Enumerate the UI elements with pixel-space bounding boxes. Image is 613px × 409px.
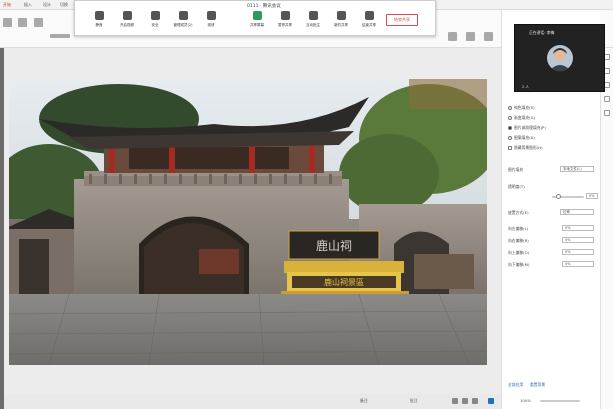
new-slide-icon[interactable]	[34, 18, 43, 27]
offset-top-input[interactable]: 0%	[562, 249, 594, 255]
participant-count: 2 人	[522, 85, 529, 89]
tab-home[interactable]: 开始	[3, 2, 11, 8]
annotate-icon	[308, 11, 318, 20]
fill-option-solid[interactable]: 纯色填充(S)	[508, 105, 535, 111]
notes-button[interactable]: 备注	[360, 398, 368, 404]
video-label: 开启视频	[120, 23, 134, 27]
mute-label: 静音	[95, 23, 103, 27]
tab-insert[interactable]: 插入	[24, 2, 32, 8]
meeting-toolbar: 0111 · 腾讯会议 静音 开启视频 安全 管理成员(2) 邀请 共享屏幕 暂…	[74, 0, 436, 36]
meeting-title: 0111 · 腾讯会议	[247, 4, 281, 9]
format-painter-icon[interactable]	[18, 18, 27, 27]
avatar	[547, 45, 573, 71]
end-share-button[interactable]: 结束共享	[386, 14, 418, 26]
new-share-label: 新的共享	[334, 23, 348, 27]
person-icon	[549, 48, 571, 71]
pause-share-label: 暂停共享	[278, 23, 292, 27]
radio-solid[interactable]	[508, 106, 512, 110]
quick-style-icon[interactable]	[484, 32, 493, 41]
offset-right-label: 向右偏移(R)	[508, 238, 529, 243]
tab-design[interactable]: 设计	[43, 2, 51, 8]
mute-button[interactable]: 静音	[87, 11, 111, 33]
invite-button[interactable]: 邀请	[199, 11, 223, 33]
zoom-slider[interactable]	[540, 400, 580, 402]
new-share-button[interactable]: 新的共享	[329, 11, 353, 33]
stop-share-icon-button[interactable]: 结束共享	[357, 11, 381, 33]
checkbox-hide-graphics[interactable]	[508, 146, 512, 150]
radio-pattern[interactable]	[508, 136, 512, 140]
participant-video-tile[interactable]: 正在讲话: 李梅 2 人	[514, 24, 605, 92]
reset-background-button[interactable]: 重置背景	[530, 382, 545, 388]
transparency-slider-knob[interactable]	[556, 194, 561, 199]
zoom-level[interactable]: 100%	[520, 398, 531, 403]
sign-top-text: 鹿山祠	[316, 238, 352, 253]
sign-bottom-text: 鹿山祠景區	[324, 277, 364, 287]
font-controls[interactable]	[50, 34, 70, 38]
offset-bottom-label: 向下偏移(M)	[508, 262, 530, 267]
speaker-name: 正在讲话: 李梅	[529, 30, 555, 35]
share-screen-button[interactable]: 共享屏幕	[245, 11, 269, 33]
side-toolbar	[600, 48, 613, 409]
hide-graphics-label: 隐藏背景图形(H)	[514, 145, 543, 150]
invite-icon	[206, 11, 216, 20]
radio-gradient[interactable]	[508, 116, 512, 120]
fill-gradient-label: 渐变填充(G)	[514, 115, 536, 120]
pause-share-icon	[280, 11, 290, 20]
new-share-icon	[336, 11, 346, 20]
fill-picture-label: 图片或纹理填充(P)	[514, 125, 546, 130]
fill-option-pattern[interactable]: 图案填充(A)	[508, 135, 535, 141]
invite-label: 邀请	[207, 23, 215, 27]
stop-share-label: 结束共享	[362, 23, 376, 27]
shape-icon[interactable]	[448, 32, 457, 41]
pause-share-button[interactable]: 暂停共享	[273, 11, 297, 33]
reading-view-icon[interactable]	[472, 398, 478, 404]
share-screen-icon	[252, 11, 262, 20]
status-bar: 备注 批注 100%	[300, 394, 600, 409]
transparency-label: 透明度(T)	[508, 184, 525, 189]
normal-view-icon[interactable]	[452, 398, 458, 404]
stop-share-icon	[364, 11, 374, 20]
security-button[interactable]: 安全	[143, 11, 167, 33]
members-icon	[178, 11, 188, 20]
image-source-label: 图片填充	[508, 167, 524, 172]
fill-solid-label: 纯色填充(S)	[514, 105, 535, 110]
fill-option-picture[interactable]: 图片或纹理填充(P)	[508, 125, 546, 131]
offset-right-input[interactable]: 0%	[562, 237, 594, 243]
fill-pattern-label: 图案填充(A)	[514, 135, 535, 140]
offset-top-label: 向上偏移(O)	[508, 250, 530, 255]
pavilion-photo: 鹿山祠 鹿山祠景區	[9, 79, 487, 365]
tab-transition[interactable]: 切换	[60, 2, 68, 8]
arrange-icon[interactable]	[466, 32, 475, 41]
slideshow-icon[interactable]	[488, 398, 494, 404]
microphone-icon	[94, 11, 104, 20]
placement-select[interactable]: 拉伸	[560, 209, 594, 215]
video-camera-icon	[122, 11, 132, 20]
slide-image[interactable]: 鹿山祠 鹿山祠景區	[9, 79, 487, 365]
fill-option-gradient[interactable]: 渐变填充(G)	[508, 115, 535, 121]
annotate-button[interactable]: 互动批注	[301, 11, 325, 33]
members-label: 管理成员(2)	[173, 23, 193, 27]
sorter-view-icon[interactable]	[462, 398, 468, 404]
security-label: 安全	[151, 23, 159, 27]
offset-left-input[interactable]: 0%	[562, 225, 594, 231]
video-button[interactable]: 开启视频	[115, 11, 139, 33]
shield-icon	[150, 11, 160, 20]
placement-label: 放置方式(E)	[508, 210, 529, 215]
offset-left-label: 向左偏移(L)	[508, 226, 529, 231]
image-source-select[interactable]: 本地文件(L)	[560, 166, 594, 172]
apply-all-button[interactable]: 全部应用	[508, 382, 523, 388]
settings-tool-icon[interactable]	[604, 110, 610, 116]
hide-background-graphics[interactable]: 隐藏背景图形(H)	[508, 145, 543, 151]
members-button[interactable]: 管理成员(2)	[171, 11, 195, 33]
offset-bottom-input[interactable]: 0%	[562, 261, 594, 267]
paste-icon[interactable]	[3, 18, 12, 27]
transparency-value[interactable]: 0%	[586, 193, 598, 199]
share-screen-label: 共享屏幕	[250, 23, 264, 27]
animation-tool-icon[interactable]	[604, 96, 610, 102]
radio-picture[interactable]	[508, 126, 512, 130]
annotate-label: 互动批注	[306, 23, 320, 27]
comments-button[interactable]: 批注	[410, 398, 418, 404]
